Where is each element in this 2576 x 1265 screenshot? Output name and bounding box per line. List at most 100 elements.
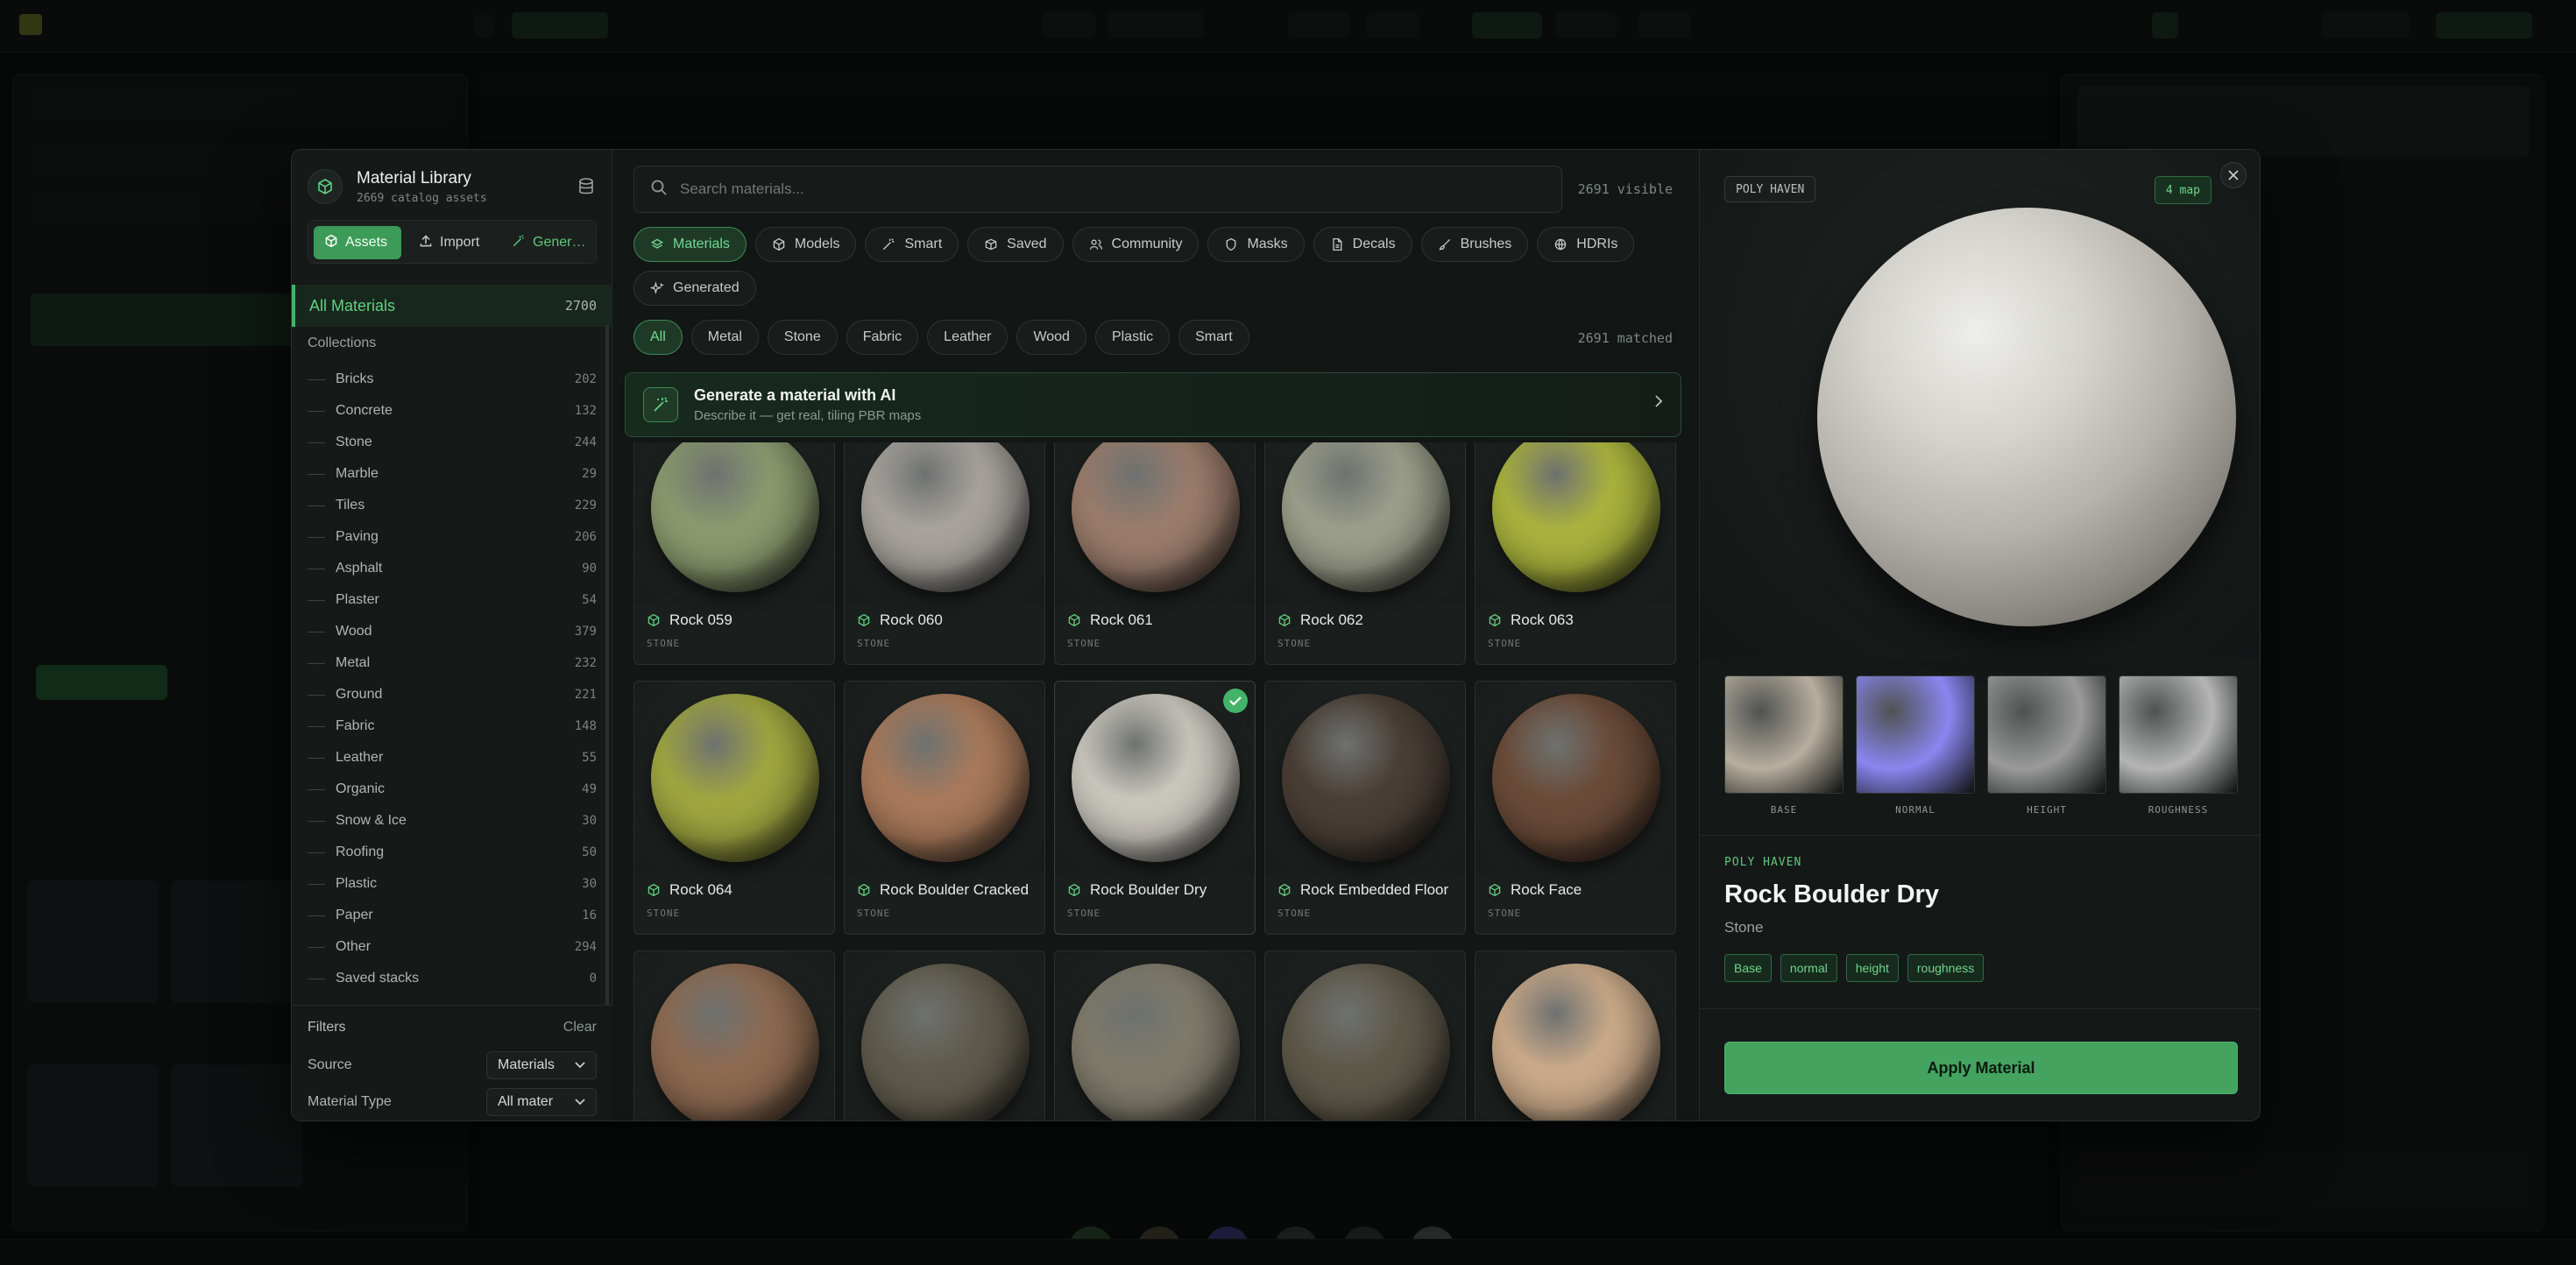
library-title: Material Library [357,169,471,187]
filters-clear-button[interactable]: Clear [563,1020,597,1035]
category-chip[interactable]: Leather [927,320,1008,355]
collection-item[interactable]: Marble 29 [308,458,597,490]
material-card[interactable]: Rock 064 STONE [633,681,835,935]
collection-item[interactable]: Asphalt 90 [308,553,597,584]
upload-icon [419,234,433,252]
cube-icon [858,613,870,627]
category-chip[interactable]: Stone [767,320,838,355]
tab-assets[interactable]: Assets [314,226,401,259]
sidebar-scrollbar[interactable] [605,325,609,1052]
map-tag[interactable]: normal [1780,954,1837,982]
collection-item[interactable]: Plaster 54 [308,584,597,616]
material-card[interactable] [1054,951,1256,1120]
category-chip[interactable]: Plastic [1094,320,1171,355]
collection-item[interactable]: Stone 244 [308,427,597,458]
type-chip[interactable]: Saved [967,227,1064,262]
map-tag[interactable]: roughness [1907,954,1985,982]
texture-map[interactable]: ROUGHNESS [2119,675,2238,816]
map-tag[interactable]: height [1845,954,1899,982]
preview-category: Stone [1724,919,1764,936]
all-materials-item[interactable]: All Materials 2700 [292,285,612,327]
material-card[interactable]: Rock Boulder Dry STONE [1054,681,1256,935]
material-card[interactable]: Rock Embedded Floor STONE [1264,681,1466,935]
category-chip[interactable]: Smart [1178,320,1249,355]
collection-item[interactable]: Snow & Ice 30 [308,805,597,837]
collection-count: 0 [589,972,597,986]
type-chip[interactable]: Smart [865,227,959,262]
collection-label: Saved stacks [336,971,420,986]
material-thumbnail [1492,964,1660,1120]
search-bar[interactable] [633,166,1562,213]
category-chip[interactable]: Wood [1016,320,1086,355]
type-chip[interactable]: Decals [1313,227,1412,262]
collection-item[interactable]: Leather 55 [308,742,597,774]
collection-item[interactable]: Fabric 148 [308,710,597,742]
map-tag[interactable]: Base [1724,954,1772,982]
collection-item[interactable]: Tiles 229 [308,490,597,521]
material-card[interactable]: Rock 063 STONE [1475,442,1676,665]
collection-item[interactable]: Concrete 132 [308,395,597,427]
material-card[interactable] [1264,951,1466,1120]
material-card[interactable]: Rock 062 STONE [1264,442,1466,665]
type-chip[interactable]: Models [754,227,857,262]
collection-item[interactable]: Other 294 [308,931,597,963]
material-card[interactable] [844,951,1045,1120]
generate-title: Generate a material with AI [694,386,896,404]
material-card[interactable]: Rock 059 STONE [633,442,835,665]
type-chip[interactable]: Masks [1207,227,1305,262]
material-name: Rock 062 [1300,611,1363,628]
material-card[interactable] [633,951,835,1120]
texture-map[interactable]: BASE [1724,675,1844,816]
cube-icon [648,883,660,897]
category-chip[interactable]: Fabric [846,320,919,355]
type-chip[interactable]: Materials [633,227,747,262]
collection-item[interactable]: Bricks 202 [308,364,597,395]
material-preview-sphere[interactable] [1817,208,2236,626]
material-card[interactable]: Rock 061 STONE [1054,442,1256,665]
material-card[interactable] [1475,951,1676,1120]
apply-material-button[interactable]: Apply Material [1724,1042,2238,1094]
material-card[interactable]: Rock 060 STONE [844,442,1045,665]
search-input[interactable] [680,180,1468,198]
chevron-down-icon [575,1094,585,1110]
category-chip[interactable]: All [633,320,683,355]
type-chip[interactable]: Generated [633,271,756,306]
collection-item[interactable]: Paper 16 [308,900,597,931]
filter-type-select[interactable]: All mater [486,1088,597,1116]
cube-icon [1489,613,1501,627]
tab-generate[interactable]: Gener… [501,226,594,259]
filter-source-select[interactable]: Materials [486,1051,597,1079]
collection-item[interactable]: Wood 379 [308,616,597,647]
tab-assets-label: Assets [345,235,388,250]
collection-item[interactable]: Paving 206 [308,521,597,553]
cube-icon [1068,613,1080,627]
database-icon[interactable] [576,176,597,197]
close-button[interactable] [2220,162,2247,188]
texture-map-label: BASE [1770,804,1798,816]
collection-label: Other [336,939,372,954]
texture-map[interactable]: NORMAL [1856,675,1975,816]
collection-count: 148 [574,719,597,733]
collection-item[interactable]: Saved stacks 0 [308,963,597,994]
material-thumbnail [1282,442,1450,592]
material-card[interactable]: Rock Face STONE [1475,681,1676,935]
material-name: Rock Boulder Cracked [880,881,1030,898]
collection-item[interactable]: Roofing 50 [308,837,597,868]
collection-item[interactable]: Organic 49 [308,774,597,805]
texture-map[interactable]: HEIGHT [1987,675,2106,816]
type-chip[interactable]: Brushes [1420,227,1529,262]
type-chip[interactable]: HDRIs [1537,227,1635,262]
collection-item[interactable]: Ground 221 [308,679,597,710]
material-category: STONE [1488,638,1522,649]
collection-label: Bricks [336,371,374,386]
collection-item[interactable]: Plastic 30 [308,868,597,900]
category-chip[interactable]: Metal [690,320,759,355]
cube-icon [1068,883,1080,897]
type-chip[interactable]: Community [1072,227,1200,262]
preview-material-name: Rock Boulder Dry [1724,880,1939,908]
collection-item[interactable]: Metal 232 [308,647,597,679]
material-card[interactable]: Rock Boulder Cracked STONE [844,681,1045,935]
generate-ai-banner[interactable]: Generate a material with AI Describe it … [625,372,1681,437]
collection-count: 379 [574,625,597,639]
tab-import[interactable]: Import [408,226,496,259]
